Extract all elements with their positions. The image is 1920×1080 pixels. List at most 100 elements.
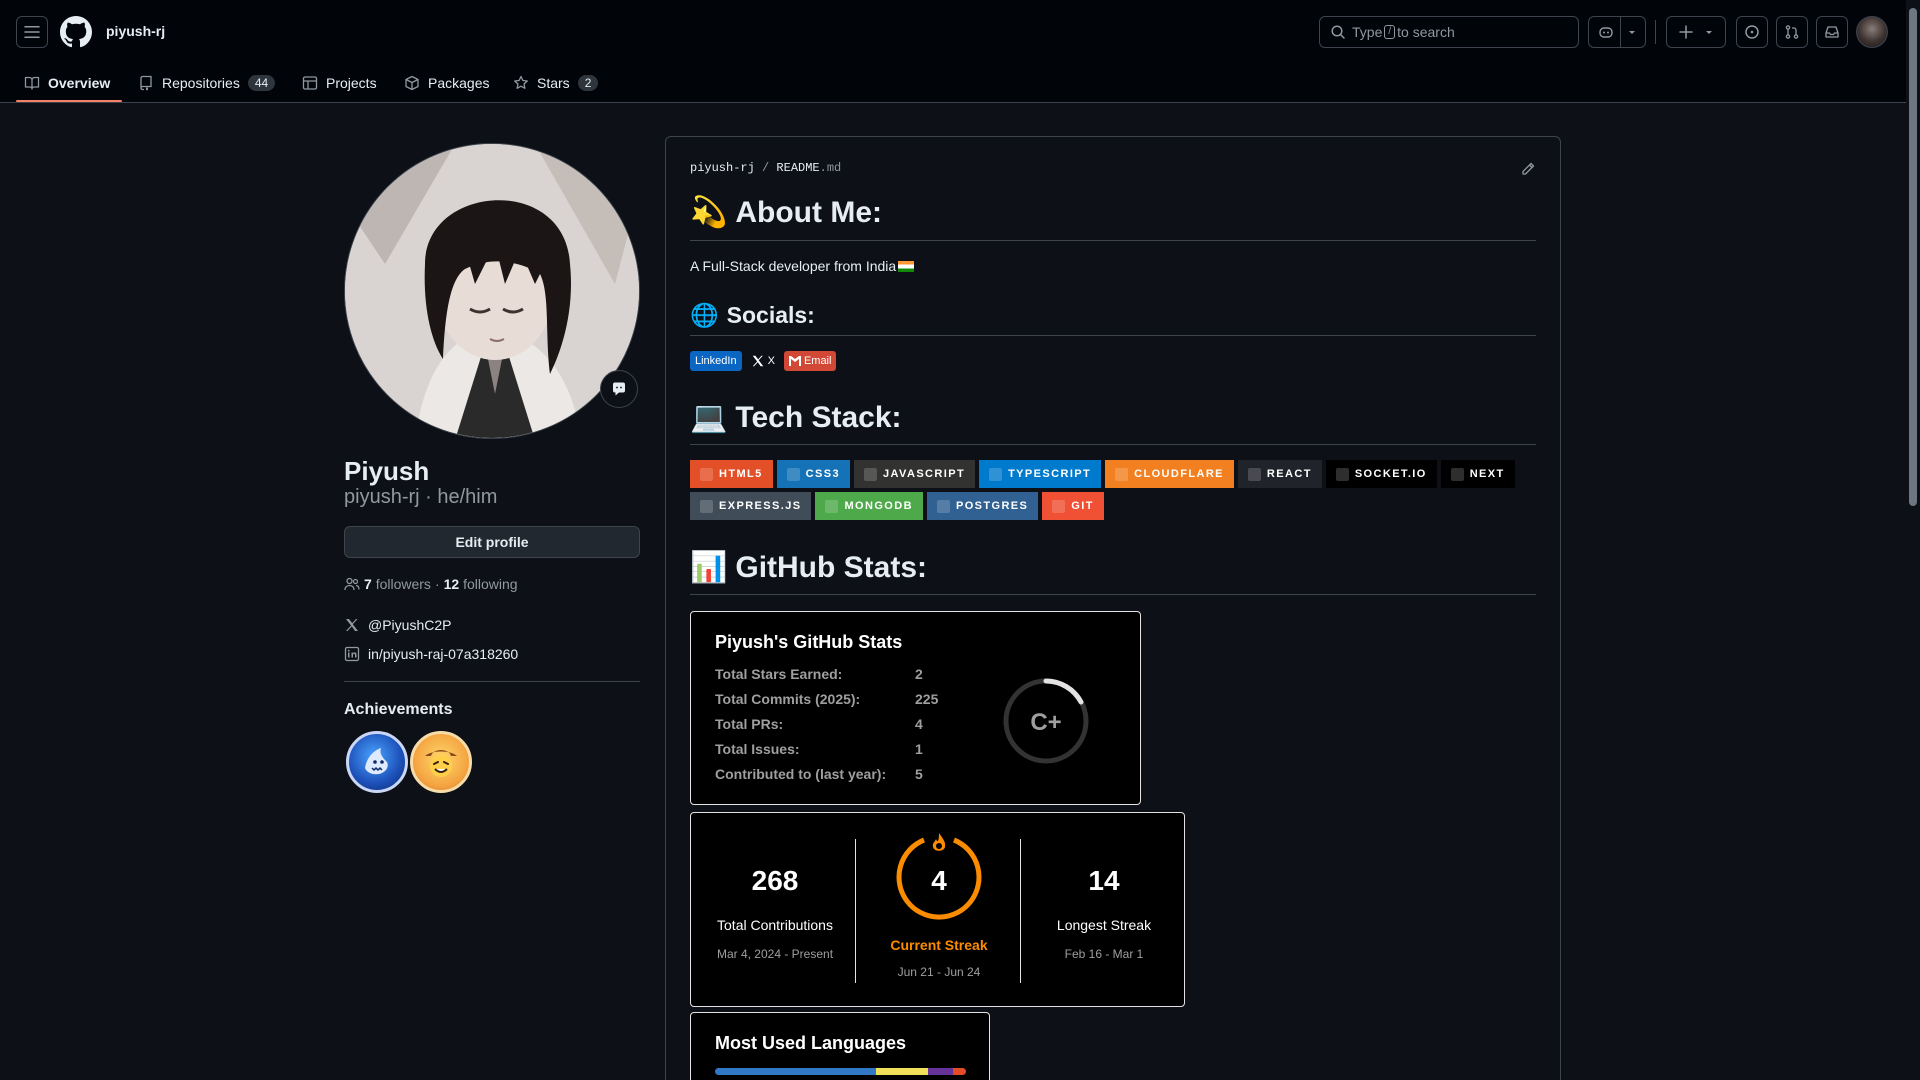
- following-label: following: [463, 576, 518, 592]
- context-username[interactable]: piyush-rj: [106, 23, 165, 39]
- stat-label: Total PRs:: [715, 716, 784, 732]
- github-logo-icon[interactable]: [60, 16, 92, 48]
- linkedin-link[interactable]: in/piyush-raj-07a318260: [344, 646, 518, 662]
- tech-stack-heading: 💻 Tech Stack:: [690, 400, 902, 435]
- tech-badge-label: React: [1266, 468, 1312, 480]
- git-pull-request-icon: [1785, 25, 1799, 39]
- following-count: 12: [443, 576, 460, 592]
- achievement-yolo[interactable]: [410, 731, 472, 793]
- cloudflare-icon: [1115, 467, 1129, 481]
- git-icon: [1052, 499, 1066, 513]
- socials-heading: 🌐 Socials:: [690, 302, 815, 329]
- postgres-icon: [936, 499, 950, 513]
- linkedin-badge[interactable]: LinkedIn: [690, 351, 742, 371]
- search-prefix: Type: [1352, 24, 1383, 40]
- achievements-heading[interactable]: Achievements: [344, 701, 453, 719]
- tech-badge-label: JavaScript: [883, 468, 966, 480]
- x-badge[interactable]: X: [745, 351, 780, 371]
- followers-link[interactable]: 7 followers: [364, 576, 431, 592]
- tech-badge-label: Git: [1071, 500, 1094, 512]
- dizzy-emoji-icon: 💫: [690, 196, 728, 229]
- inbox-button[interactable]: [1816, 16, 1848, 48]
- pull-requests-button[interactable]: [1776, 16, 1808, 48]
- followers-count: 7: [364, 576, 372, 592]
- tech-badge-label: Next: [1469, 468, 1505, 480]
- people-icon: [344, 577, 360, 591]
- about-title: About Me:: [735, 195, 882, 229]
- badge-label: LinkedIn: [695, 355, 737, 367]
- tab-label: Overview: [48, 75, 111, 91]
- menu-button[interactable]: [16, 16, 48, 48]
- github-stats-card[interactable]: Piyush's GitHub Stats Total Stars Earned…: [690, 611, 1141, 805]
- typescript-icon: [989, 467, 1003, 481]
- nextjs-icon: [1450, 467, 1464, 481]
- tech-badge[interactable]: Git: [1042, 492, 1104, 520]
- stars-count-badge: 2: [577, 75, 599, 91]
- stat-label: Total Stars Earned:: [715, 666, 843, 682]
- profile-avatar[interactable]: [344, 143, 640, 439]
- rank-ring: C+: [1003, 678, 1089, 764]
- tech-badge[interactable]: JavaScript: [854, 460, 976, 488]
- package-icon: [405, 75, 419, 91]
- copilot-button[interactable]: [1588, 16, 1646, 48]
- current-streak-range: Jun 21 - Jun 24: [897, 965, 981, 979]
- tab-stars[interactable]: Stars 2: [513, 63, 599, 103]
- edit-readme-button[interactable]: [1520, 161, 1536, 177]
- tech-badge[interactable]: MongoDB: [815, 492, 923, 520]
- scrollbar-thumb[interactable]: [1909, 8, 1917, 506]
- avatar-illustration: [345, 144, 639, 438]
- streak-divider: [855, 839, 856, 983]
- languages-card-title: Most Used Languages: [715, 1033, 907, 1053]
- issues-button[interactable]: [1736, 16, 1768, 48]
- tech-badge[interactable]: Express.js: [690, 492, 812, 520]
- tech-badge[interactable]: Socket.io: [1325, 460, 1437, 488]
- social-badges: LinkedIn X Email: [690, 351, 837, 371]
- streak-divider: [1020, 839, 1021, 983]
- tech-badge[interactable]: Postgres: [926, 492, 1039, 520]
- github-stats-title: GitHub Stats:: [735, 550, 928, 584]
- tech-badge[interactable]: CSS3: [776, 460, 851, 488]
- tab-projects[interactable]: Projects: [302, 63, 377, 103]
- user-avatar-menu[interactable]: [1856, 16, 1888, 48]
- search-input[interactable]: Type / to search: [1319, 16, 1579, 48]
- plus-icon: [1679, 25, 1693, 39]
- react-icon: [1247, 467, 1261, 481]
- following-link[interactable]: 12 following: [444, 576, 518, 592]
- achievement-pull-shark[interactable]: [346, 731, 408, 793]
- tech-badge[interactable]: Next: [1440, 460, 1515, 488]
- page-scrollbar[interactable]: [1906, 0, 1920, 1080]
- tech-badge[interactable]: TypeScript: [979, 460, 1102, 488]
- tab-repositories[interactable]: Repositories 44: [138, 63, 276, 103]
- twitter-handle: @PiyushC2P: [368, 617, 452, 633]
- tech-stack-badges: HTML5 CSS3 JavaScript TypeScript Cloudflare R…: [690, 460, 1550, 520]
- language-segment: [715, 1068, 876, 1075]
- email-badge[interactable]: Email: [783, 351, 837, 371]
- streak-stats-card[interactable]: 268 Total Contributions Mar 4, 2024 - Pr…: [690, 812, 1185, 1007]
- repo-icon: [140, 75, 152, 91]
- create-new-button[interactable]: [1666, 16, 1726, 48]
- current-streak-label: Current Streak: [890, 937, 988, 953]
- tab-overview[interactable]: Overview: [24, 63, 110, 103]
- tab-label: Packages: [428, 75, 490, 91]
- stat-label: Total Issues:: [715, 741, 800, 757]
- rank-grade: C+: [1030, 709, 1061, 736]
- tech-badge[interactable]: React: [1237, 460, 1322, 488]
- badge-label: X: [767, 355, 775, 367]
- gmail-icon: [788, 356, 801, 366]
- tech-badge-label: Express.js: [719, 500, 802, 512]
- readme-path-sep: /: [762, 161, 770, 175]
- tech-badge[interactable]: HTML5: [690, 460, 773, 488]
- total-contributions: 268: [751, 865, 799, 896]
- tech-badge[interactable]: Cloudflare: [1105, 460, 1234, 488]
- stat-value: 225: [915, 691, 939, 707]
- tab-packages[interactable]: Packages: [404, 63, 489, 103]
- stat-value: 4: [915, 716, 923, 732]
- edit-profile-button[interactable]: Edit profile: [344, 526, 640, 558]
- top-languages-card[interactable]: Most Used Languages: [690, 1012, 990, 1080]
- set-status-button[interactable]: [600, 370, 638, 408]
- readme-owner-link[interactable]: piyush-rj: [690, 161, 755, 175]
- search-shortcut-key: /: [1384, 25, 1396, 39]
- issue-opened-icon: [1745, 25, 1759, 39]
- twitter-link[interactable]: @PiyushC2P: [344, 617, 451, 633]
- sidebar-divider: [344, 681, 640, 682]
